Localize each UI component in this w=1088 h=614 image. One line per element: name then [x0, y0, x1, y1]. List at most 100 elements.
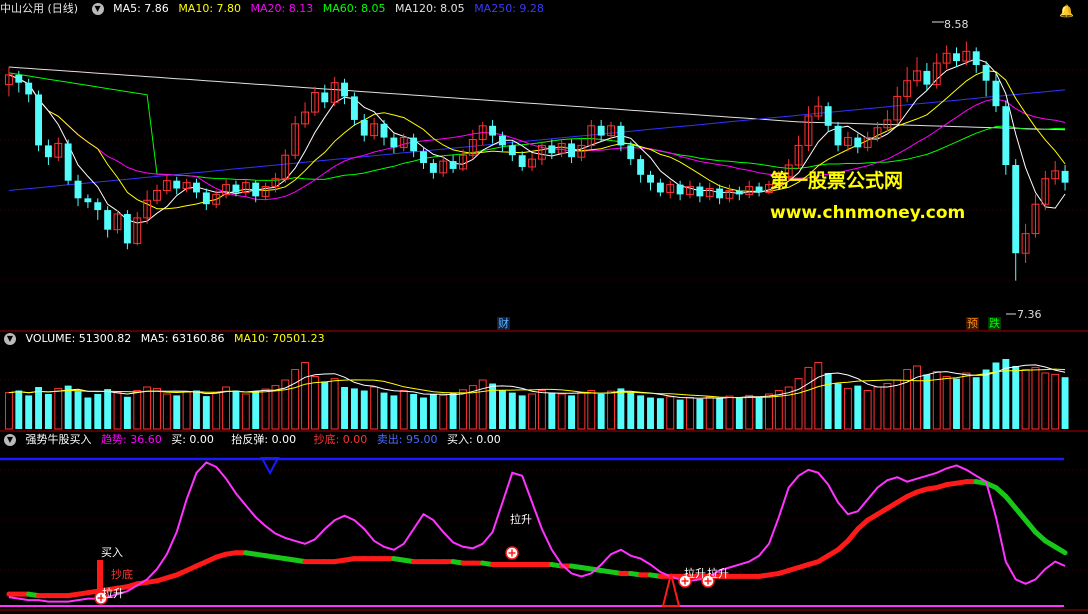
candle: [1061, 170, 1069, 183]
volume-value: VOLUME: 51300.82: [25, 332, 132, 345]
volume-bar: [942, 376, 951, 430]
volume-bar: [735, 397, 743, 429]
volume-bar: [173, 395, 181, 429]
candle: [597, 125, 605, 136]
volume-bar: [104, 389, 112, 429]
candle: [25, 82, 33, 95]
candle: [637, 159, 645, 175]
volume-bar: [153, 387, 161, 430]
candle: [35, 94, 43, 146]
candle: [252, 182, 260, 197]
chart-canvas: [0, 21, 1088, 611]
buy-in-label: 买入: [101, 546, 123, 559]
volume-bar: [804, 366, 813, 430]
volume-bar: [863, 390, 872, 430]
volume-bar: [212, 392, 221, 430]
trend-line: [8, 461, 1066, 603]
volume-bar: [94, 394, 102, 429]
volume-bar: [301, 362, 310, 430]
bell-icon[interactable]: 🔔: [1059, 4, 1074, 18]
volume-bar: [321, 381, 329, 429]
high-price-label: 8.58: [944, 18, 969, 31]
volume-bar: [1021, 369, 1030, 430]
volume-bar: [518, 395, 526, 429]
volume-bar: [202, 396, 210, 429]
volume-bar: [459, 389, 467, 430]
vol-ma10-line: [8, 368, 1066, 399]
volume-bar: [54, 387, 63, 430]
volume-bar: [528, 393, 537, 430]
volume-bar: [755, 396, 763, 429]
ma120-value: MA120: 8.05: [394, 2, 465, 15]
volume-bar: [725, 395, 734, 430]
candle: [1012, 165, 1020, 254]
trend-value: 趋势: 36.60: [101, 433, 162, 446]
volume-bar: [686, 397, 694, 430]
candle: [982, 65, 990, 81]
candle: [647, 174, 654, 183]
volume-bar: [1051, 373, 1060, 430]
volume-bar: [341, 387, 348, 429]
marker-cai[interactable]: 财: [497, 317, 510, 330]
candle: [627, 145, 635, 160]
candle: [498, 135, 506, 146]
volume-bar: [656, 398, 664, 429]
volume-bar: [74, 391, 82, 429]
candle: [193, 182, 200, 193]
dropdown-icon[interactable]: ▼: [4, 333, 16, 345]
volume-bar: [410, 394, 418, 429]
ma10-value: MA10: 7.80: [178, 2, 242, 15]
dropdown-icon[interactable]: ▼: [91, 3, 104, 15]
ma5-value: MA5: 7.86: [113, 2, 169, 15]
volume-bar: [399, 390, 408, 430]
vol-ma5-value: MA5: 63160.86: [140, 332, 225, 345]
stock-title: 中山公用 (日线): [0, 2, 79, 15]
volume-bar: [627, 392, 635, 429]
volume-bar: [893, 379, 902, 430]
volume-bar: [370, 386, 379, 430]
volume-bar: [123, 396, 131, 429]
candle: [656, 182, 664, 193]
candle: [321, 92, 329, 103]
volume-bar: [923, 374, 931, 429]
volume-bar: [133, 390, 142, 430]
volume-bar: [15, 390, 23, 429]
candle: [489, 125, 497, 136]
volume-bar: [182, 391, 191, 430]
chaodi-label: 抄底: [111, 568, 133, 581]
low-price-label: 7.36: [1017, 308, 1042, 321]
volume-bar: [4, 392, 13, 430]
volume-bar: [834, 383, 842, 429]
candle: [390, 137, 398, 148]
ma250-value: MA250: 9.28: [474, 2, 544, 15]
marker-die[interactable]: 跌: [988, 317, 1001, 330]
marker-yu[interactable]: 预: [966, 317, 979, 330]
watermark-line1: 第一股票公式网: [770, 170, 904, 192]
candle: [360, 119, 368, 136]
volume-bar: [64, 385, 72, 429]
volume-bar: [548, 392, 556, 429]
volume-bar: [193, 390, 200, 429]
volume-bar: [162, 393, 171, 430]
candle: [74, 180, 82, 199]
volume-bar: [498, 390, 506, 429]
buy-ribbon-segment: [1052, 544, 1068, 556]
lasheng-label-2: 拉升: [510, 513, 532, 526]
volume-bar: [607, 390, 615, 430]
volume-bar: [883, 383, 892, 430]
sell-value: 卖出: 95.00: [376, 433, 438, 446]
candle: [449, 161, 457, 169]
volume-bar: [814, 362, 823, 430]
volume-bar: [84, 397, 92, 429]
candle: [64, 143, 72, 181]
volume-bar: [705, 396, 714, 430]
candle: [755, 186, 763, 193]
ma20-value: MA20: 8.13: [250, 2, 314, 15]
volume-bar: [252, 391, 260, 429]
candle: [617, 125, 625, 146]
volume-bar: [972, 377, 980, 429]
ma60-value: MA60: 8.05: [322, 2, 386, 15]
dropdown-icon[interactable]: ▼: [4, 434, 16, 446]
volume-bar: [676, 399, 684, 429]
candle: [676, 184, 684, 195]
